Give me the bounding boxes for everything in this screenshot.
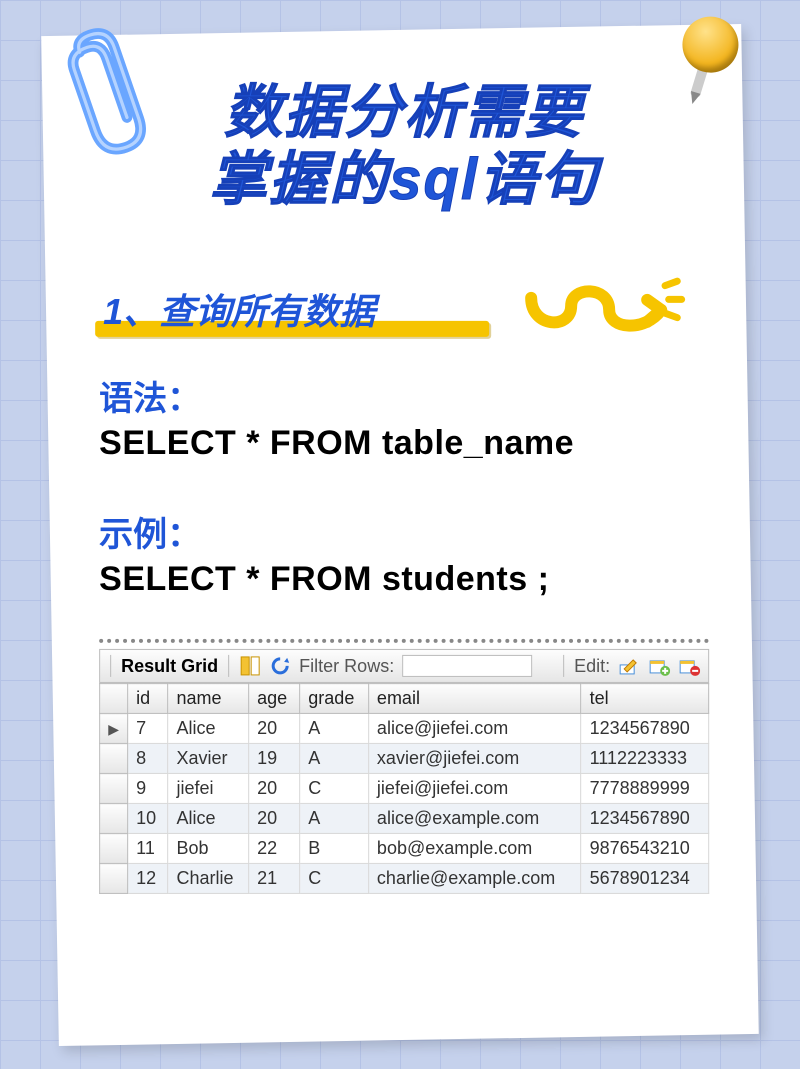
cell-tel[interactable]: 1112223333 [581,744,709,774]
cell-tel[interactable]: 9876543210 [581,834,709,864]
syntax-label: 语法： [99,371,709,420]
title-line-2: 掌握的sql语句 [99,147,709,214]
rays-icon [655,280,695,324]
edit-row-icon[interactable] [618,655,640,677]
syntax-code: SELECT * FROM table_name [99,424,709,463]
add-row-icon[interactable] [648,655,670,677]
cell-tel[interactable]: 1234567890 [581,804,709,834]
row-selector[interactable] [100,864,128,894]
row-selector[interactable] [100,834,128,864]
cell-email[interactable]: charlie@example.com [368,864,581,894]
cell-age[interactable]: 22 [249,834,300,864]
cell-grade[interactable]: B [300,834,369,864]
cell-name[interactable]: Alice [168,714,249,744]
row-selector[interactable] [100,774,128,804]
table-row[interactable]: 12Charlie21Ccharlie@example.com567890123… [100,864,709,894]
arrow-squiggle-icon [523,280,673,340]
cell-name[interactable]: Bob [168,834,249,864]
cell-tel[interactable]: 5678901234 [581,864,709,894]
example-label: 示例： [99,507,709,556]
table-row[interactable]: 11Bob22Bbob@example.com9876543210 [100,834,709,864]
cell-email[interactable]: bob@example.com [368,834,581,864]
table-row[interactable]: 8Xavier19Axavier@jiefei.com1112223333 [100,744,709,774]
cell-age[interactable]: 19 [249,744,300,774]
cell-grade[interactable]: A [300,804,369,834]
example-code: SELECT * FROM students ; [99,560,709,599]
result-grid: Result Grid Filter Rows: Edit: [99,639,709,894]
cell-email[interactable]: xavier@jiefei.com [368,744,581,774]
result-toolbar: Result Grid Filter Rows: Edit: [99,649,709,683]
cell-tel[interactable]: 1234567890 [581,714,709,744]
cell-name[interactable]: Xavier [168,744,249,774]
cell-id[interactable]: 7 [128,714,168,744]
cell-name[interactable]: Alice [168,804,249,834]
row-selector[interactable] [100,804,128,834]
cell-age[interactable]: 20 [249,714,300,744]
table-row[interactable]: 10Alice20Aalice@example.com1234567890 [100,804,709,834]
refresh-icon[interactable] [269,655,291,677]
table-header-row: id name age grade email tel [100,684,709,714]
table-row[interactable]: ▶7Alice20Aalice@jiefei.com1234567890 [100,714,709,744]
section-heading: 1、查询所有数据 [99,283,379,335]
cell-id[interactable]: 9 [128,774,168,804]
cell-grade[interactable]: C [300,864,369,894]
cell-id[interactable]: 12 [128,864,168,894]
cell-grade[interactable]: A [300,714,369,744]
cell-id[interactable]: 8 [128,744,168,774]
filter-rows-input[interactable] [402,655,532,677]
cell-name[interactable]: Charlie [168,864,249,894]
cell-name[interactable]: jiefei [168,774,249,804]
title-line-1: 数据分析需要 [99,80,709,147]
cell-age[interactable]: 20 [249,774,300,804]
cell-grade[interactable]: C [300,774,369,804]
cell-age[interactable]: 20 [249,804,300,834]
col-name[interactable]: name [168,684,249,714]
cell-id[interactable]: 11 [128,834,168,864]
table-row[interactable]: 9jiefei20Cjiefei@jiefei.com7778889999 [100,774,709,804]
cell-id[interactable]: 10 [128,804,168,834]
filter-rows-label: Filter Rows: [299,656,394,677]
row-selector[interactable]: ▶ [100,714,128,744]
cell-tel[interactable]: 7778889999 [581,774,709,804]
row-selector[interactable] [100,744,128,774]
paper-card: 数据分析需要 掌握的sql语句 1、查询所有数据 语法： SELECT * FR… [41,24,759,1046]
delete-row-icon[interactable] [678,655,700,677]
col-age[interactable]: age [249,684,300,714]
col-grade[interactable]: grade [300,684,369,714]
col-email[interactable]: email [368,684,581,714]
cell-age[interactable]: 21 [249,864,300,894]
edit-label: Edit: [574,656,610,677]
result-table: id name age grade email tel ▶7Alice20Aal… [99,683,709,894]
col-tel[interactable]: tel [581,684,709,714]
row-selector-header [100,684,128,714]
col-id[interactable]: id [128,684,168,714]
grid-view-icon[interactable] [239,655,261,677]
result-grid-label: Result Grid [121,656,218,677]
cell-email[interactable]: alice@example.com [368,804,581,834]
cell-email[interactable]: jiefei@jiefei.com [368,774,581,804]
cell-grade[interactable]: A [300,744,369,774]
cell-email[interactable]: alice@jiefei.com [368,714,581,744]
